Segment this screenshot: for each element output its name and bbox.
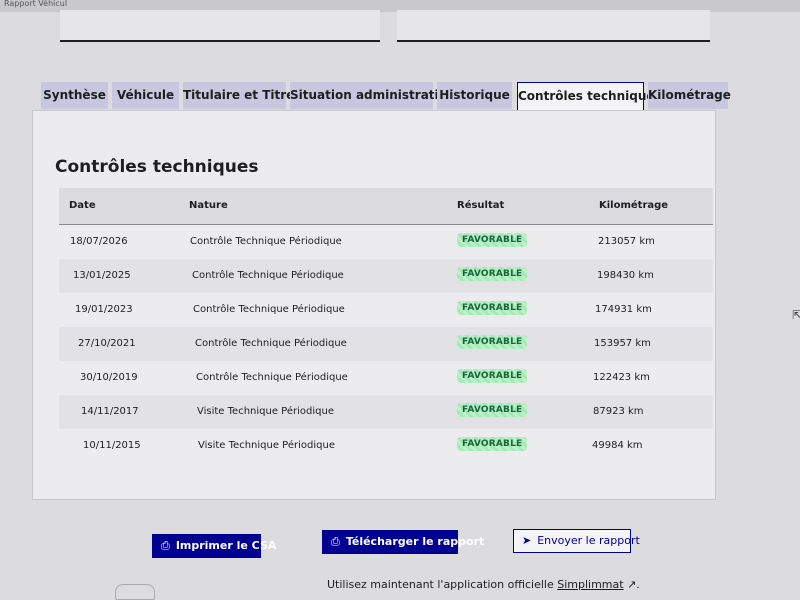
status-badge: FAVORABLE — [457, 369, 528, 383]
cell-nature: Visite Technique Périodique — [198, 440, 335, 451]
table-row: 27/10/2021 Contrôle Technique Périodique… — [59, 327, 713, 361]
top-field-left[interactable] — [60, 10, 380, 42]
tab-kilometrage[interactable]: Kilométrage — [648, 82, 731, 109]
status-badge: FAVORABLE — [457, 437, 528, 451]
send-report-label: Envoyer le rapport — [537, 534, 640, 547]
table-row: 10/11/2015 Visite Technique Périodique F… — [59, 429, 713, 463]
status-badge: FAVORABLE — [457, 233, 528, 247]
cell-mileage: 122423 km — [593, 372, 650, 383]
tab-vehicule[interactable]: Véhicule — [112, 82, 179, 109]
cell-mileage: 198430 km — [597, 270, 654, 281]
cell-mileage: 87923 km — [593, 406, 644, 417]
column-header-date: Date — [69, 200, 96, 211]
status-badge: FAVORABLE — [457, 301, 528, 315]
table-row: 14/11/2017 Visite Technique Périodique F… — [59, 395, 713, 429]
cell-date: 13/01/2025 — [73, 270, 131, 281]
download-report-button[interactable]: ⎙ Télécharger le rapport — [322, 530, 484, 554]
printer-icon: ⎙ — [161, 539, 170, 552]
panel-title: Contrôles techniques — [55, 157, 259, 177]
tab-historique[interactable]: Historique — [437, 82, 512, 109]
print-csa-button[interactable]: ⎙ Imprimer le CSA — [152, 534, 276, 558]
cell-date: 14/11/2017 — [81, 406, 139, 417]
table-row: 18/07/2026 Contrôle Technique Périodique… — [59, 225, 713, 259]
cell-mileage: 174931 km — [595, 304, 652, 315]
table-row: 19/01/2023 Contrôle Technique Périodique… — [59, 293, 713, 327]
column-header-nature: Nature — [189, 200, 228, 211]
external-link-icon: ↗ — [627, 578, 637, 591]
top-field-right[interactable] — [397, 10, 710, 42]
send-icon: ➤ — [522, 534, 532, 547]
cell-nature: Contrôle Technique Périodique — [190, 236, 342, 247]
cell-mileage: 153957 km — [594, 338, 651, 349]
simplimmat-link[interactable]: Simplimmat — [557, 578, 623, 591]
table-header: Date Nature Résultat Kilométrage — [59, 188, 713, 225]
status-badge: FAVORABLE — [457, 267, 528, 281]
table-row: 13/01/2025 Contrôle Technique Périodique… — [59, 259, 713, 293]
status-badge: FAVORABLE — [457, 403, 528, 417]
print-csa-label: Imprimer le CSA — [175, 539, 277, 552]
cell-date: 27/10/2021 — [78, 338, 136, 349]
window-title: Rapport Véhicul — [4, 0, 68, 8]
column-header-mileage: Kilométrage — [599, 200, 669, 211]
column-header-result: Résultat — [457, 200, 505, 211]
car-icon — [115, 584, 155, 600]
download-icon: ⎙ — [331, 535, 340, 548]
cell-date: 19/01/2023 — [75, 304, 133, 315]
footer-app-promo: Utilisez maintenant l'application offici… — [327, 578, 640, 591]
cell-nature: Visite Technique Périodique — [197, 406, 334, 417]
status-badge: FAVORABLE — [457, 335, 528, 349]
cell-date: 30/10/2019 — [80, 372, 138, 383]
cell-nature: Contrôle Technique Périodique — [192, 270, 344, 281]
mouse-cursor-icon: ⇱ — [792, 308, 800, 322]
cell-nature: Contrôle Technique Périodique — [195, 338, 347, 349]
tab-controles-techniques[interactable]: Contrôles techniques — [517, 82, 662, 111]
cell-mileage: 213057 km — [598, 236, 655, 247]
cell-nature: Contrôle Technique Périodique — [196, 372, 348, 383]
send-report-button[interactable]: ➤ Envoyer le rapport — [513, 529, 640, 553]
top-fields — [60, 10, 710, 42]
tab-situation-administrative[interactable]: Situation administrative — [290, 82, 455, 109]
cell-nature: Contrôle Technique Périodique — [193, 304, 345, 315]
table-row: 30/10/2019 Contrôle Technique Périodique… — [59, 361, 713, 395]
tab-synthese[interactable]: Synthèse — [41, 82, 108, 109]
tab-titulaire-et-titre[interactable]: Titulaire et Titre — [183, 82, 294, 109]
cell-mileage: 49984 km — [592, 440, 643, 451]
cell-date: 18/07/2026 — [70, 236, 128, 247]
cell-date: 10/11/2015 — [83, 440, 141, 451]
footer-text: Utilisez maintenant l'application offici… — [327, 578, 558, 591]
technical-inspections-panel: Contrôles techniques Date Nature Résulta… — [32, 110, 716, 500]
download-report-label: Télécharger le rapport — [345, 535, 485, 548]
